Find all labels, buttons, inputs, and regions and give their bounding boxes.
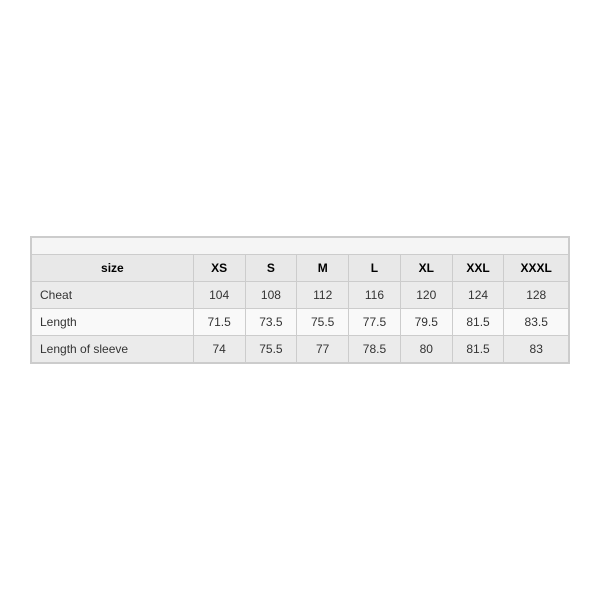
row-label: Length of sleeve	[32, 336, 194, 363]
header-l: L	[349, 255, 401, 282]
cell-value: 83	[504, 336, 569, 363]
cell-value: 120	[400, 282, 452, 309]
header-s: S	[245, 255, 297, 282]
row-label: Cheat	[32, 282, 194, 309]
header-size: size	[32, 255, 194, 282]
cell-value: 108	[245, 282, 297, 309]
cell-value: 79.5	[400, 309, 452, 336]
cell-value: 81.5	[452, 336, 504, 363]
size-chart-table: size XS S M L XL XXL XXXL Cheat104108112…	[31, 237, 569, 363]
cell-value: 128	[504, 282, 569, 309]
title-row	[32, 238, 569, 255]
cell-value: 124	[452, 282, 504, 309]
cell-value: 83.5	[504, 309, 569, 336]
cell-value: 116	[349, 282, 401, 309]
cell-value: 75.5	[297, 309, 349, 336]
header-row: size XS S M L XL XXL XXXL	[32, 255, 569, 282]
table-row: Cheat104108112116120124128	[32, 282, 569, 309]
header-m: M	[297, 255, 349, 282]
cell-value: 78.5	[349, 336, 401, 363]
cell-value: 75.5	[245, 336, 297, 363]
cell-value: 104	[193, 282, 245, 309]
cell-value: 77.5	[349, 309, 401, 336]
cell-value: 71.5	[193, 309, 245, 336]
table-title	[32, 238, 569, 255]
cell-value: 73.5	[245, 309, 297, 336]
row-label: Length	[32, 309, 194, 336]
table-row: Length71.573.575.577.579.581.583.5	[32, 309, 569, 336]
cell-value: 112	[297, 282, 349, 309]
cell-value: 80	[400, 336, 452, 363]
cell-value: 81.5	[452, 309, 504, 336]
header-xs: XS	[193, 255, 245, 282]
cell-value: 77	[297, 336, 349, 363]
header-xxl: XXL	[452, 255, 504, 282]
header-xxxl: XXXL	[504, 255, 569, 282]
cell-value: 74	[193, 336, 245, 363]
table-row: Length of sleeve7475.57778.58081.583	[32, 336, 569, 363]
header-xl: XL	[400, 255, 452, 282]
size-chart-container: size XS S M L XL XXL XXXL Cheat104108112…	[30, 236, 570, 364]
